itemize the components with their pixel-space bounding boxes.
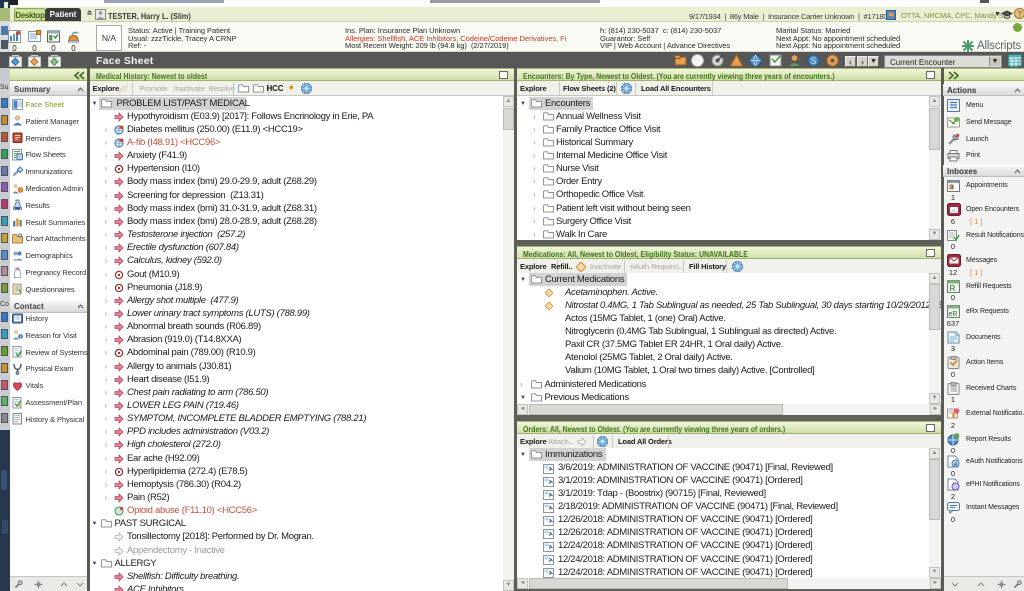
svg-text:R: R xyxy=(950,284,956,293)
svg-text:S: S xyxy=(811,56,817,66)
svg-text:eR: eR xyxy=(949,311,958,318)
